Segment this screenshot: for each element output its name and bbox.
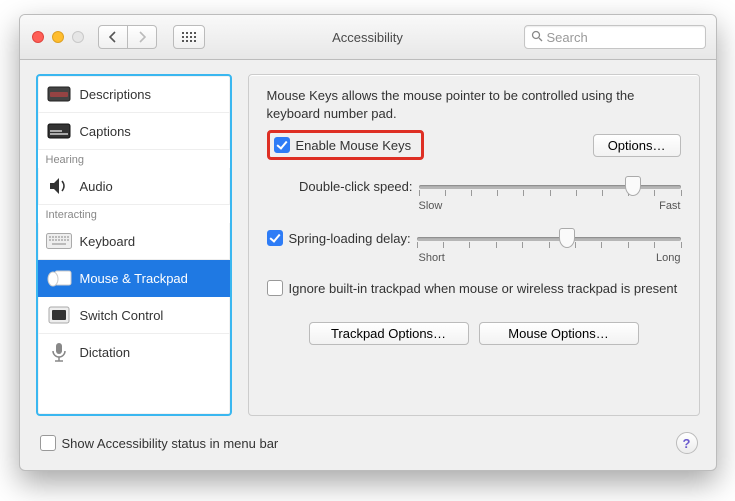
mouse-options-button[interactable]: Mouse Options… <box>479 322 639 345</box>
double-click-min-label: Slow <box>419 200 443 212</box>
sidebar-item-captions[interactable]: Captions <box>38 113 230 150</box>
descriptions-icon <box>46 83 72 105</box>
captions-icon <box>46 120 72 142</box>
search-placeholder: Search <box>547 30 588 45</box>
traffic-lights <box>30 31 84 43</box>
sidebar-group-interacting: Interacting <box>38 205 230 223</box>
spring-loading-slider[interactable] <box>417 228 681 248</box>
nav-back-forward <box>98 25 157 49</box>
sidebar-item-mouse-trackpad[interactable]: Mouse & Trackpad <box>38 260 230 297</box>
titlebar: Accessibility Search <box>20 15 716 60</box>
sidebar-item-descriptions[interactable]: Descriptions <box>38 76 230 113</box>
audio-icon <box>46 175 72 197</box>
ignore-trackpad-label: Ignore built-in trackpad when mouse or w… <box>289 280 678 298</box>
sidebar-item-keyboard[interactable]: Keyboard <box>38 223 230 260</box>
help-icon: ? <box>683 436 691 451</box>
sidebar-item-label: Audio <box>80 179 113 194</box>
sidebar-item-switch-control[interactable]: Switch Control <box>38 297 230 334</box>
sidebar-item-label: Dictation <box>80 345 131 360</box>
switch-control-icon <box>46 304 72 326</box>
double-click-speed-slider[interactable] <box>419 176 681 196</box>
sidebar[interactable]: Descriptions Captions Hearing Audio Inte… <box>36 74 232 416</box>
content-pane: Mouse Keys allows the mouse pointer to b… <box>248 74 700 416</box>
spring-loading-max-label: Long <box>656 252 680 264</box>
keyboard-icon <box>46 230 72 252</box>
show-status-label: Show Accessibility status in menu bar <box>62 436 279 451</box>
trackpad-options-button[interactable]: Trackpad Options… <box>309 322 469 345</box>
sidebar-item-label: Keyboard <box>80 234 136 249</box>
enable-mouse-keys-label: Enable Mouse Keys <box>296 138 412 153</box>
search-field[interactable]: Search <box>524 25 706 49</box>
sidebar-group-hearing: Hearing <box>38 150 230 168</box>
options-button[interactable]: Options… <box>593 134 681 157</box>
sidebar-item-dictation[interactable]: Dictation <box>38 334 230 370</box>
mouse-trackpad-icon <box>46 267 72 289</box>
description-text: Mouse Keys allows the mouse pointer to b… <box>267 87 681 122</box>
sidebar-item-audio[interactable]: Audio <box>38 168 230 205</box>
sidebar-item-label: Mouse & Trackpad <box>80 271 188 286</box>
zoom-button[interactable] <box>72 31 84 43</box>
search-icon <box>531 30 543 45</box>
double-click-max-label: Fast <box>659 200 680 212</box>
enable-mouse-keys-checkbox[interactable] <box>274 137 290 153</box>
dictation-icon <box>46 341 72 363</box>
spring-loading-checkbox[interactable] <box>267 230 283 246</box>
close-button[interactable] <box>32 31 44 43</box>
window-title: Accessibility <box>332 30 403 45</box>
grid-icon <box>182 32 196 42</box>
show-all-button[interactable] <box>173 25 205 49</box>
sidebar-item-label: Switch Control <box>80 308 164 323</box>
minimize-button[interactable] <box>52 31 64 43</box>
highlight-enable-mouse-keys: Enable Mouse Keys <box>267 130 425 160</box>
spring-loading-label: Spring-loading delay: <box>289 231 411 246</box>
help-button[interactable]: ? <box>676 432 698 454</box>
back-button[interactable] <box>98 25 128 49</box>
double-click-speed-label: Double-click speed: <box>267 179 413 194</box>
show-status-checkbox[interactable] <box>40 435 56 451</box>
footer: Show Accessibility status in menu bar ? <box>20 428 716 470</box>
spring-loading-min-label: Short <box>419 252 445 264</box>
ignore-trackpad-checkbox[interactable] <box>267 280 283 296</box>
forward-button[interactable] <box>128 25 157 49</box>
sidebar-item-label: Captions <box>80 124 131 139</box>
preferences-window: Accessibility Search Descriptions Captio… <box>19 14 717 471</box>
sidebar-item-label: Descriptions <box>80 87 152 102</box>
